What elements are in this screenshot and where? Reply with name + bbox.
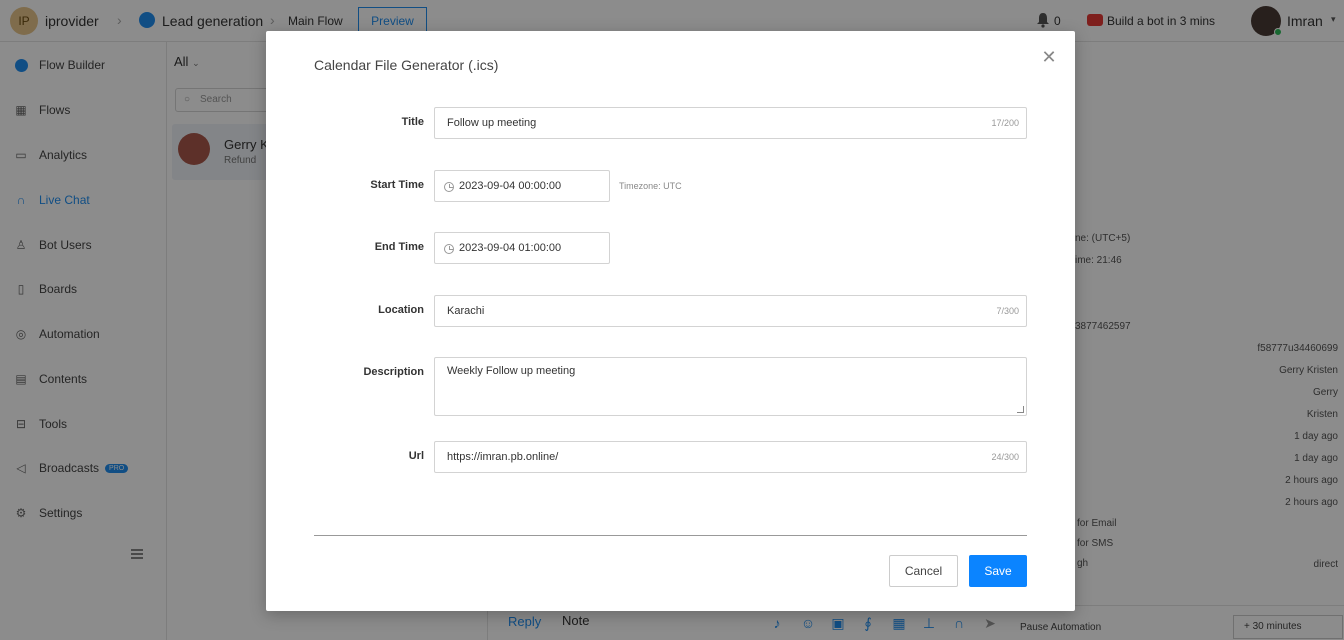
url-value: https://imran.pb.online/ — [447, 451, 559, 463]
start-time-value: 2023-09-04 00:00:00 — [459, 180, 562, 192]
cancel-button[interactable]: Cancel — [889, 555, 958, 587]
timezone-note: Timezone: UTC — [619, 181, 682, 191]
url-label: Url — [408, 450, 424, 462]
save-button[interactable]: Save — [969, 555, 1027, 587]
calendar-file-dialog: Calendar File Generator (.ics) ✕ Title F… — [266, 31, 1075, 611]
location-counter: 7/300 — [996, 306, 1019, 316]
url-input[interactable]: https://imran.pb.online/ 24/300 — [434, 441, 1027, 473]
description-label: Description — [363, 366, 424, 378]
end-time-picker[interactable]: 2023-09-04 01:00:00 — [434, 232, 610, 264]
start-time-picker[interactable]: 2023-09-04 00:00:00 — [434, 170, 610, 202]
description-textarea[interactable]: Weekly Follow up meeting — [434, 357, 1027, 416]
location-label: Location — [378, 304, 424, 316]
close-icon[interactable]: ✕ — [1041, 48, 1057, 66]
clock-icon — [444, 244, 454, 254]
title-counter: 17/200 — [991, 118, 1019, 128]
description-value: Weekly Follow up meeting — [447, 365, 576, 377]
clock-icon — [444, 182, 454, 192]
title-label: Title — [401, 116, 424, 128]
start-time-label: Start Time — [370, 179, 424, 191]
end-time-value: 2023-09-04 01:00:00 — [459, 242, 562, 254]
location-value: Karachi — [447, 305, 485, 317]
url-counter: 24/300 — [991, 452, 1019, 462]
dialog-title: Calendar File Generator (.ics) — [314, 57, 499, 73]
location-input[interactable]: Karachi 7/300 — [434, 295, 1027, 327]
resize-handle-icon[interactable] — [1017, 406, 1024, 413]
title-input[interactable]: Follow up meeting 17/200 — [434, 107, 1027, 139]
divider — [314, 535, 1027, 536]
end-time-label: End Time — [374, 241, 424, 253]
title-value: Follow up meeting — [447, 117, 537, 129]
